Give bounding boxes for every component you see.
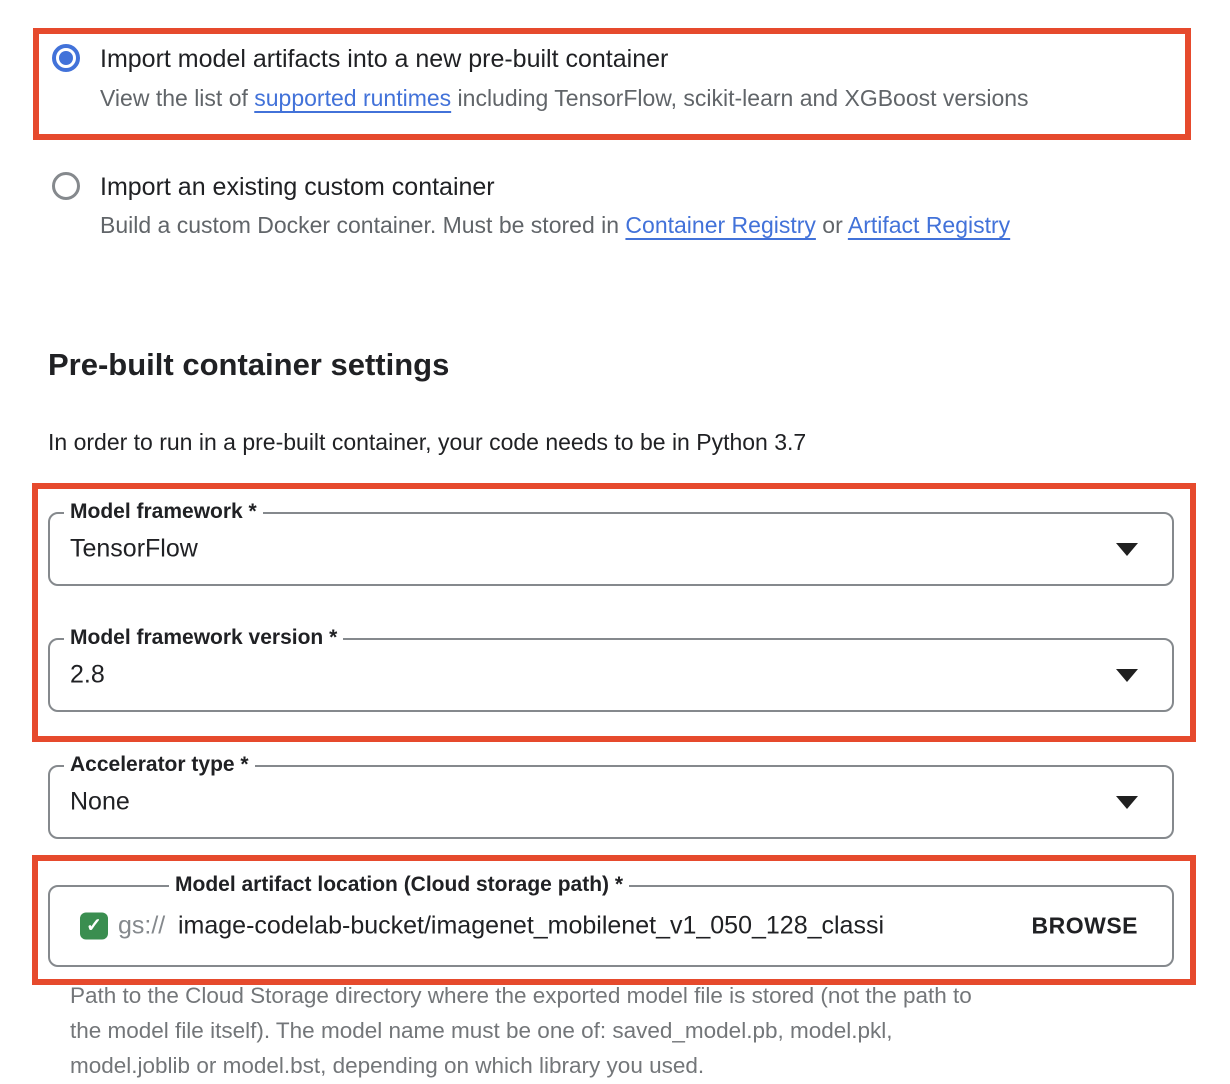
model-framework-select[interactable]: Model framework * TensorFlow	[48, 512, 1174, 586]
model-import-form: Import model artifacts into a new pre-bu…	[0, 0, 1230, 1084]
artifact-registry-link[interactable]: Artifact Registry	[848, 212, 1010, 238]
model-framework-version-label: Model framework version *	[64, 625, 343, 651]
description-text: or	[816, 212, 848, 238]
section-heading: Pre-built container settings	[48, 346, 449, 384]
model-framework-value: TensorFlow	[70, 535, 198, 564]
radio-custom-container-description: Build a custom Docker container. Must be…	[100, 211, 1010, 239]
helper-line: the model file itself). The model name m…	[70, 1013, 972, 1048]
description-text: Build a custom Docker container. Must be…	[100, 212, 625, 238]
radio-prebuilt-container-selected[interactable]	[52, 44, 80, 72]
model-framework-version-value: 2.8	[70, 661, 105, 690]
browse-button[interactable]: BROWSE	[1028, 907, 1143, 946]
helper-line: model.joblib or model.bst, depending on …	[70, 1048, 972, 1083]
accelerator-type-label: Accelerator type *	[64, 752, 255, 778]
chevron-down-icon[interactable]	[1116, 669, 1138, 682]
bucket-check-icon: ✓	[80, 913, 108, 940]
model-framework-label: Model framework *	[64, 499, 263, 525]
model-artifact-location-input[interactable]: image-codelab-bucket/imagenet_mobilenet_…	[178, 912, 990, 941]
model-artifact-location-field[interactable]: Model artifact location (Cloud storage p…	[48, 885, 1174, 967]
chevron-down-icon[interactable]	[1116, 796, 1138, 809]
description-text: View the list of	[100, 85, 254, 111]
accelerator-type-value: None	[70, 788, 130, 817]
helper-line: Path to the Cloud Storage directory wher…	[70, 978, 972, 1013]
artifact-location-helper-text: Path to the Cloud Storage directory wher…	[70, 978, 972, 1083]
section-intro-text: In order to run in a pre-built container…	[48, 428, 806, 456]
radio-custom-container-unselected[interactable]	[52, 172, 80, 200]
container-registry-link[interactable]: Container Registry	[625, 212, 815, 238]
radio-custom-container-label[interactable]: Import an existing custom container	[100, 172, 495, 202]
gs-protocol-prefix: gs://	[118, 912, 165, 941]
model-artifact-location-label: Model artifact location (Cloud storage p…	[169, 872, 629, 898]
supported-runtimes-link[interactable]: supported runtimes	[254, 85, 451, 111]
radio-prebuilt-container-description: View the list of supported runtimes incl…	[100, 84, 1029, 112]
accelerator-type-select[interactable]: Accelerator type * None	[48, 765, 1174, 839]
chevron-down-icon[interactable]	[1116, 543, 1138, 556]
description-text: including TensorFlow, scikit-learn and X…	[451, 85, 1028, 111]
radio-prebuilt-container-label[interactable]: Import model artifacts into a new pre-bu…	[100, 44, 668, 74]
model-framework-version-select[interactable]: Model framework version * 2.8	[48, 638, 1174, 712]
